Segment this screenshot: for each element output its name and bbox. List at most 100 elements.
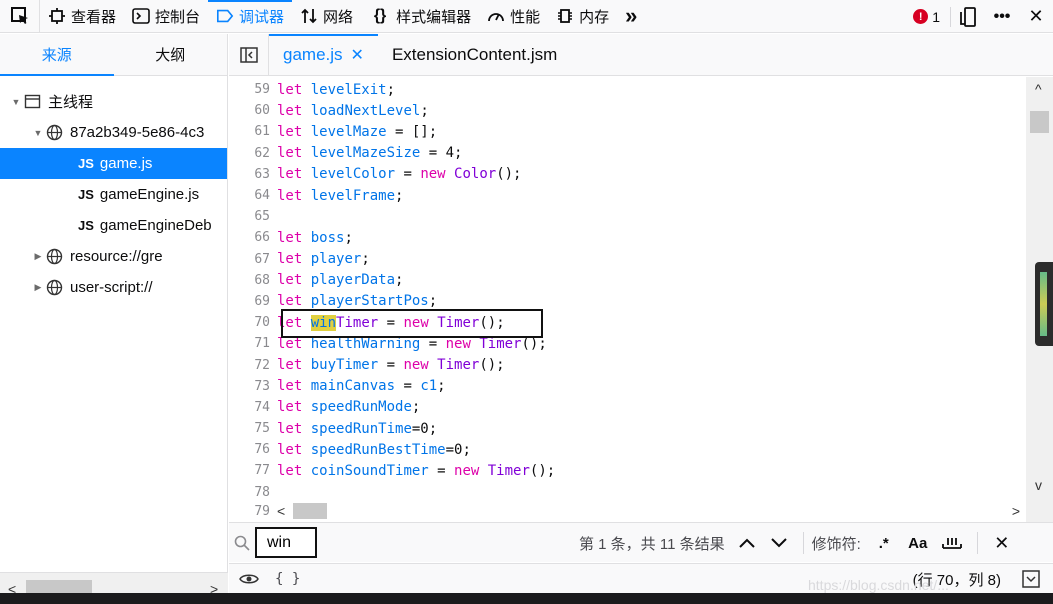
code-token: = bbox=[395, 166, 421, 183]
line-number[interactable]: 70 bbox=[229, 315, 277, 330]
line-number[interactable]: 67 bbox=[229, 252, 277, 267]
previous-result-button[interactable] bbox=[731, 523, 763, 563]
line-number[interactable]: 61 bbox=[229, 124, 277, 139]
source-tree: ▼ 主线程 ▼ 87a2b349-5e86-4c3 JS game.js JS … bbox=[0, 76, 227, 303]
code-token: player bbox=[302, 251, 362, 268]
tree-item-origin[interactable]: ▼ 87a2b349-5e86-4c3 bbox=[0, 117, 227, 148]
tab-style-editor[interactable]: {} 样式编辑器 bbox=[361, 0, 479, 33]
line-number[interactable]: 72 bbox=[229, 358, 277, 373]
line-number[interactable]: 68 bbox=[229, 273, 277, 288]
code-line[interactable]: 62 let levelMazeSize = 4; bbox=[229, 143, 1026, 164]
line-number[interactable]: 60 bbox=[229, 103, 277, 118]
line-number[interactable]: 59 bbox=[229, 82, 277, 97]
error-count-button[interactable]: ! 1 bbox=[903, 9, 950, 25]
code-token: (); bbox=[521, 335, 547, 352]
line-number[interactable]: 78 bbox=[229, 485, 277, 500]
line-number[interactable]: 63 bbox=[229, 167, 277, 182]
tab-console[interactable]: 控制台 bbox=[124, 0, 208, 33]
code-line[interactable]: 67 let player; bbox=[229, 249, 1026, 270]
tree-item-file-game-js[interactable]: JS game.js bbox=[0, 148, 227, 179]
line-number[interactable]: 77 bbox=[229, 463, 277, 478]
tab-memory[interactable]: 内存 bbox=[548, 0, 617, 33]
search-input[interactable] bbox=[255, 527, 317, 558]
code-line[interactable]: 73 let mainCanvas = c1; bbox=[229, 376, 1026, 397]
code-line[interactable]: 60 let loadNextLevel; bbox=[229, 100, 1026, 121]
tree-item-file-gameengine-js[interactable]: JS gameEngine.js bbox=[0, 179, 227, 210]
code-line[interactable]: 76 let speedRunBestTime =0; bbox=[229, 439, 1026, 460]
regex-toggle[interactable]: .* bbox=[867, 523, 901, 563]
tree-item-file-gameenginedebug-js[interactable]: JS gameEngineDeb bbox=[0, 210, 227, 241]
scroll-up-icon[interactable]: ^ bbox=[1035, 81, 1042, 97]
code-token: ; bbox=[395, 187, 404, 204]
line-number[interactable]: 64 bbox=[229, 188, 277, 203]
line-number[interactable]: 74 bbox=[229, 400, 277, 415]
code-line[interactable]: 68 let playerData; bbox=[229, 270, 1026, 291]
code-token: ; bbox=[344, 229, 353, 246]
network-icon bbox=[300, 7, 318, 25]
tab-inspector[interactable]: 查看器 bbox=[40, 0, 124, 33]
tree-item-resource[interactable]: ▶ resource://gre bbox=[0, 241, 227, 272]
line-number[interactable]: 71 bbox=[229, 336, 277, 351]
code-editor[interactable]: 59 let levelExit; 60 let loadNextLevel; 61 le… bbox=[229, 77, 1026, 522]
editor-tab-extensioncontent[interactable]: ExtensionContent.jsm bbox=[378, 34, 571, 76]
more-tools-button[interactable]: » bbox=[617, 0, 645, 33]
line-number[interactable]: 73 bbox=[229, 379, 277, 394]
editor-tab-game-js[interactable]: game.js ✕ bbox=[269, 33, 378, 76]
element-picker-button[interactable] bbox=[0, 0, 40, 33]
code-line[interactable]: 75 let speedRunTime =0; bbox=[229, 418, 1026, 439]
code-line[interactable]: 77 let coinSoundTimer = new Timer (); bbox=[229, 460, 1026, 481]
line-number[interactable]: 65 bbox=[229, 209, 277, 224]
source-map-icon[interactable] bbox=[1021, 569, 1041, 589]
code-token: ; bbox=[361, 251, 370, 268]
tab-outline[interactable]: 大纲 bbox=[114, 34, 228, 75]
blackbox-button[interactable] bbox=[229, 572, 269, 586]
whole-word-toggle[interactable] bbox=[935, 523, 969, 563]
code-token: let bbox=[277, 251, 303, 268]
code-line[interactable]: 71 let healthWarning = new Timer (); bbox=[229, 333, 1026, 354]
code-line[interactable]: 72 let buyTimer = new Timer (); bbox=[229, 354, 1026, 375]
close-search-button[interactable]: ✕ bbox=[986, 523, 1018, 563]
code-token: new bbox=[445, 335, 471, 352]
toggle-sources-panel-button[interactable] bbox=[229, 33, 269, 76]
code-token: let bbox=[277, 123, 303, 140]
pretty-print-button[interactable]: { } bbox=[275, 571, 300, 587]
close-devtools-button[interactable]: ✕ bbox=[1019, 0, 1053, 33]
line-number[interactable]: 69 bbox=[229, 294, 277, 309]
code-line[interactable]: 59 let levelExit; bbox=[229, 79, 1026, 100]
code-token: new bbox=[454, 462, 480, 479]
scrollbar-thumb[interactable] bbox=[293, 503, 327, 519]
scroll-right-icon[interactable]: > bbox=[1012, 503, 1020, 519]
tree-item-userscript[interactable]: ▶ user-script:// bbox=[0, 272, 227, 303]
code-horizontal-scrollbar[interactable]: 79 < > bbox=[229, 500, 1026, 522]
globe-icon bbox=[46, 248, 63, 265]
code-line[interactable]: 63 let levelColor = new Color (); bbox=[229, 164, 1026, 185]
minimap-handle[interactable] bbox=[1035, 262, 1053, 346]
line-number[interactable]: 75 bbox=[229, 421, 277, 436]
case-sensitive-toggle[interactable]: Aa bbox=[901, 523, 935, 563]
tab-debugger[interactable]: 调试器 bbox=[208, 0, 293, 33]
line-number[interactable]: 76 bbox=[229, 442, 277, 457]
code-line[interactable]: 69 let playerStartPos; bbox=[229, 291, 1026, 312]
scrollbar-thumb[interactable] bbox=[1030, 111, 1049, 133]
next-result-button[interactable] bbox=[763, 523, 795, 563]
close-tab-icon[interactable]: ✕ bbox=[351, 45, 364, 65]
tab-sources[interactable]: 来源 bbox=[0, 34, 114, 76]
code-line[interactable]: 64 let levelFrame; bbox=[229, 185, 1026, 206]
code-line[interactable]: 70 let win Timer = new Timer (); bbox=[229, 312, 1026, 333]
scroll-down-icon[interactable]: v bbox=[1035, 477, 1042, 493]
line-number[interactable]: 66 bbox=[229, 230, 277, 245]
line-number[interactable]: 62 bbox=[229, 146, 277, 161]
code-line[interactable]: 65 bbox=[229, 206, 1026, 227]
tab-network[interactable]: 网络 bbox=[292, 0, 361, 33]
globe-icon bbox=[46, 124, 63, 141]
tree-item-label: 主线程 bbox=[48, 94, 94, 111]
tree-item-main-thread[interactable]: ▼ 主线程 bbox=[0, 86, 227, 117]
code-line[interactable]: 74 let speedRunMode; bbox=[229, 397, 1026, 418]
scroll-left-icon[interactable]: < bbox=[277, 503, 285, 519]
code-line[interactable]: 66 let boss; bbox=[229, 227, 1026, 248]
code-token: playerStartPos bbox=[302, 293, 429, 310]
responsive-design-button[interactable] bbox=[951, 0, 985, 33]
tab-performance[interactable]: 性能 bbox=[479, 0, 548, 33]
code-line[interactable]: 61 let levelMaze = []; bbox=[229, 121, 1026, 142]
devtools-menu-button[interactable]: ••• bbox=[985, 0, 1019, 33]
